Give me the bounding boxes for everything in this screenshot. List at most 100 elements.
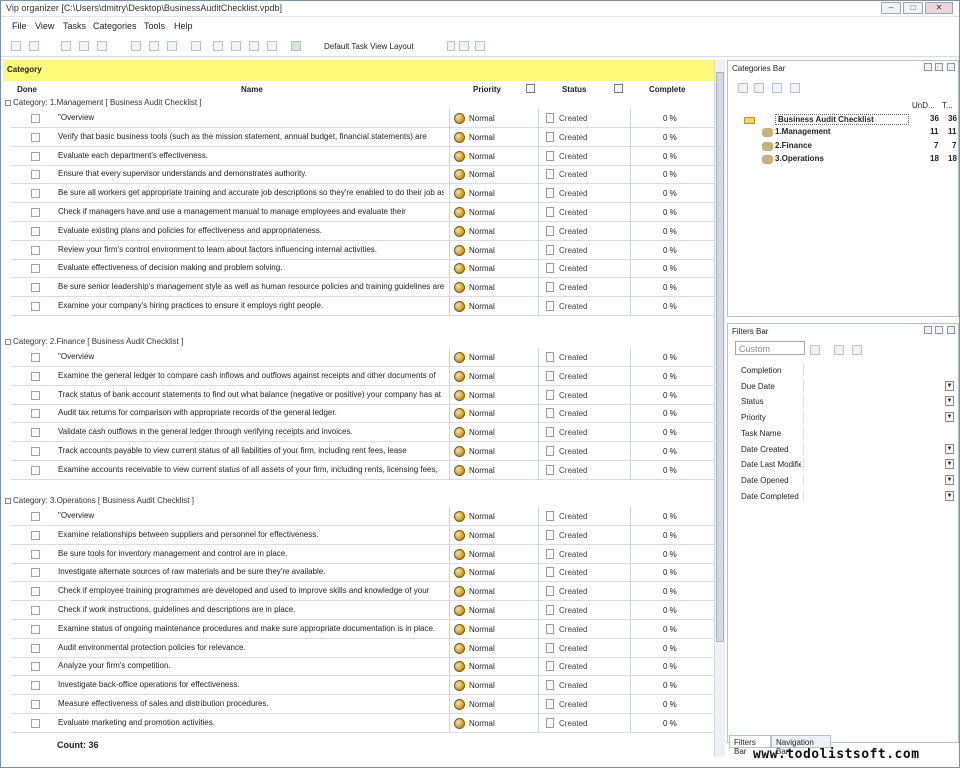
- done-checkbox[interactable]: [31, 132, 40, 142]
- menu-view[interactable]: View: [35, 21, 54, 31]
- task-row[interactable]: Check if work instructions, guidelines a…: [11, 601, 714, 620]
- task-priority[interactable]: Normal: [469, 208, 495, 217]
- filter-field-value[interactable]: [803, 411, 941, 424]
- task-row[interactable]: Examine the general ledger to compare ca…: [11, 366, 714, 386]
- new-task-icon[interactable]: [11, 41, 21, 51]
- move-right-icon[interactable]: [267, 41, 277, 51]
- filter-field[interactable]: Task Name: [733, 426, 957, 441]
- task-row[interactable]: "Overview Normal Created 0 %: [11, 348, 714, 367]
- task-priority[interactable]: Normal: [469, 189, 495, 198]
- task-priority[interactable]: Normal: [469, 531, 495, 540]
- add-subcategory-icon[interactable]: [754, 83, 764, 93]
- task-status[interactable]: Created: [559, 372, 587, 381]
- task-name[interactable]: Be sure all workers get appropriate trai…: [58, 188, 444, 197]
- task-complete[interactable]: 0 %: [663, 625, 677, 634]
- collapse-icon[interactable]: [5, 497, 11, 504]
- task-name[interactable]: Review your firm's control environment t…: [58, 245, 444, 254]
- filters-bar-pin-icon[interactable]: [935, 326, 943, 334]
- task-row[interactable]: Measure effectiveness of sales and distr…: [11, 695, 714, 714]
- done-checkbox[interactable]: [31, 624, 40, 634]
- filter-field-value[interactable]: [803, 473, 941, 486]
- done-checkbox[interactable]: [31, 170, 40, 180]
- task-row[interactable]: Check if employee training programmes ar…: [11, 582, 714, 602]
- task-complete[interactable]: 0 %: [663, 700, 677, 709]
- done-checkbox[interactable]: [31, 700, 40, 709]
- task-complete[interactable]: 0 %: [663, 662, 677, 671]
- menu-help[interactable]: Help: [174, 21, 193, 31]
- clear-filter-icon[interactable]: [475, 41, 485, 51]
- move-down-icon[interactable]: [231, 41, 241, 51]
- category-finance[interactable]: 2.Finance: [775, 141, 812, 150]
- done-checkbox[interactable]: [31, 245, 40, 255]
- task-status[interactable]: Created: [559, 246, 587, 255]
- task-row[interactable]: Evaluate existing plans and policies for…: [11, 221, 714, 241]
- filter-icon[interactable]: [459, 41, 469, 51]
- category-group-header[interactable]: Category: 2.Finance [ Business Audit Che…: [5, 337, 183, 346]
- task-name[interactable]: Track accounts payable to view current s…: [58, 446, 444, 455]
- scrollbar-thumb[interactable]: [716, 72, 724, 642]
- move-up-icon[interactable]: [213, 41, 223, 51]
- new-subtask-icon[interactable]: [29, 41, 39, 51]
- done-checkbox[interactable]: [31, 226, 40, 236]
- task-name[interactable]: Investigate back-office operations for e…: [58, 680, 444, 689]
- task-status[interactable]: Created: [559, 428, 587, 437]
- filter-field[interactable]: Date Completed ▼: [733, 489, 957, 504]
- task-name[interactable]: Evaluate each department's effectiveness…: [58, 151, 444, 160]
- task-priority[interactable]: Normal: [469, 587, 495, 596]
- task-row[interactable]: Investigate alternate sources of raw mat…: [11, 563, 714, 583]
- task-name[interactable]: Audit environmental protection policies …: [58, 643, 444, 652]
- done-checkbox[interactable]: [31, 662, 40, 672]
- done-checkbox[interactable]: [31, 428, 40, 438]
- task-name[interactable]: Measure effectiveness of sales and distr…: [58, 699, 444, 708]
- task-name[interactable]: Examine accounts receivable to view curr…: [58, 465, 444, 474]
- task-priority[interactable]: Normal: [469, 550, 495, 559]
- task-row[interactable]: Evaluate marketing and promotion activit…: [11, 713, 714, 733]
- chevron-down-icon[interactable]: ▼: [945, 396, 954, 407]
- task-complete[interactable]: 0 %: [663, 246, 677, 255]
- task-status[interactable]: Created: [559, 700, 587, 709]
- task-name[interactable]: Evaluate effectiveness of decision makin…: [58, 263, 444, 272]
- menu-tasks[interactable]: Tasks: [63, 21, 86, 31]
- filter-field[interactable]: Date Opened ▼: [733, 473, 957, 488]
- categories-bar-menu-icon[interactable]: [924, 63, 932, 71]
- delete-category-icon[interactable]: [790, 83, 800, 93]
- done-checkbox[interactable]: [31, 302, 40, 311]
- task-complete[interactable]: 0 %: [663, 133, 677, 142]
- done-checkbox[interactable]: [31, 371, 40, 381]
- task-complete[interactable]: 0 %: [663, 391, 677, 400]
- task-row[interactable]: Examine accounts receivable to view curr…: [11, 460, 714, 480]
- task-priority[interactable]: Normal: [469, 719, 495, 728]
- task-status[interactable]: Created: [559, 208, 587, 217]
- filter-field[interactable]: Completion: [733, 363, 957, 378]
- task-complete[interactable]: 0 %: [663, 447, 677, 456]
- task-status[interactable]: Created: [559, 512, 587, 521]
- task-row[interactable]: Track accounts payable to view current s…: [11, 442, 714, 461]
- task-row[interactable]: Analyze your firm's competition. Normal Cr…: [11, 657, 714, 677]
- filter-field-value[interactable]: [803, 426, 941, 439]
- task-complete[interactable]: 0 %: [663, 170, 677, 179]
- filter-field[interactable]: Priority ▼: [733, 410, 957, 425]
- task-priority[interactable]: Normal: [469, 409, 495, 418]
- done-checkbox[interactable]: [31, 409, 40, 419]
- task-row[interactable]: Check if managers have and use a managem…: [11, 203, 714, 222]
- task-row[interactable]: Examine relationships between suppliers …: [11, 525, 714, 545]
- category-root[interactable]: Business Audit Checklist: [775, 114, 909, 125]
- category-operations[interactable]: 3.Operations: [775, 154, 824, 163]
- task-name[interactable]: Evaluate marketing and promotion activit…: [58, 718, 444, 727]
- task-name[interactable]: Verify that basic business tools (such a…: [58, 132, 444, 141]
- task-priority[interactable]: Normal: [469, 227, 495, 236]
- add-category-icon[interactable]: [738, 83, 748, 93]
- done-checkbox[interactable]: [31, 208, 40, 217]
- move-left-icon[interactable]: [249, 41, 259, 51]
- filter-edit-icon[interactable]: [810, 345, 820, 355]
- task-complete[interactable]: 0 %: [663, 208, 677, 217]
- filter-clear-icon[interactable]: [852, 345, 862, 355]
- task-status[interactable]: Created: [559, 409, 587, 418]
- done-checkbox[interactable]: [31, 353, 40, 362]
- done-checkbox[interactable]: [31, 465, 40, 475]
- filter-field[interactable]: Due Date ▼: [733, 379, 957, 394]
- task-complete[interactable]: 0 %: [663, 644, 677, 653]
- task-row[interactable]: "Overview Normal Created 0 %: [11, 109, 714, 128]
- task-status[interactable]: Created: [559, 644, 587, 653]
- task-status[interactable]: Created: [559, 587, 587, 596]
